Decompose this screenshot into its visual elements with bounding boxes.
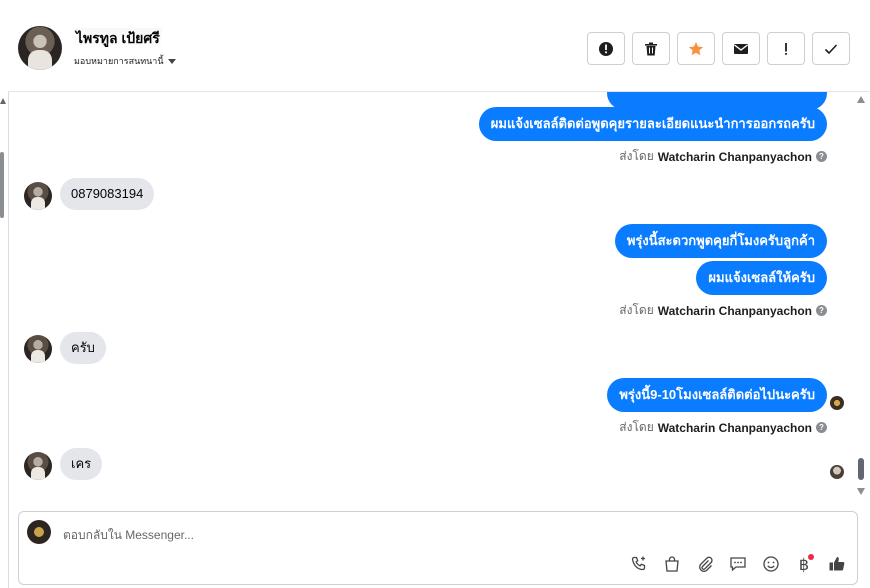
sent-by-prefix: ส่งโดย <box>619 420 654 434</box>
delete-button[interactable] <box>632 32 670 65</box>
question-circle-icon[interactable]: ? <box>816 422 827 433</box>
reply-input[interactable]: ตอบกลับใน Messenger... <box>63 526 194 545</box>
assign-label: มอบหมายการสนทนานี้ <box>74 56 164 66</box>
saved-replies-button[interactable] <box>728 554 748 574</box>
scroll-thumb[interactable] <box>0 152 4 218</box>
header-actions <box>587 32 850 65</box>
spam-button[interactable] <box>587 32 625 65</box>
incoming-message[interactable]: ครับ <box>60 332 106 364</box>
sender-name: Watcharin Chanpanyachon <box>657 420 812 435</box>
contact-avatar[interactable] <box>18 26 62 70</box>
notification-dot <box>808 554 814 560</box>
payment-button[interactable]: ฿ <box>794 554 814 574</box>
scroll-down-arrow-icon[interactable] <box>857 488 865 495</box>
chat-bubble-icon <box>730 557 746 572</box>
alert-circle-icon <box>599 41 613 56</box>
follow-up-button[interactable] <box>767 32 805 65</box>
attach-button[interactable] <box>695 554 715 574</box>
done-button[interactable] <box>812 32 850 65</box>
shop-button[interactable] <box>662 554 682 574</box>
star-icon <box>688 41 704 55</box>
paperclip-icon <box>699 556 713 572</box>
assign-conversation-dropdown[interactable]: มอบหมายการสนทนานี้ <box>74 54 176 68</box>
message-thread[interactable]: ผมแจ้งเซลล์ติดต่อพูดคุยรายละเอียดแนะนำกา… <box>8 92 850 504</box>
phone-add-icon <box>631 556 646 571</box>
scroll-up-arrow-icon[interactable] <box>857 96 865 103</box>
contact-avatar-small[interactable] <box>24 182 52 210</box>
question-circle-icon[interactable]: ? <box>816 305 827 316</box>
thread-scrollbar[interactable] <box>855 92 867 504</box>
contact-seen-avatar <box>830 465 844 479</box>
trash-icon <box>645 42 657 55</box>
check-icon <box>824 43 838 54</box>
outgoing-message[interactable]: พรุ่งนี้9-10โมงเซลล์ติดต่อไปนะครับ <box>607 378 827 412</box>
page-seen-avatar <box>830 396 844 410</box>
outgoing-message[interactable]: ผมแจ้งเซลล์ให้ครับ <box>696 261 827 295</box>
scroll-up-arrow-icon[interactable] <box>0 98 6 104</box>
page-avatar <box>27 520 51 544</box>
shopping-bag-icon <box>665 556 679 572</box>
sent-by-label: ส่งโดย Watcharin Chanpanyachon ? <box>619 418 827 437</box>
thumbs-up-icon <box>829 557 845 571</box>
incoming-message[interactable]: 0879083194 <box>60 178 155 210</box>
like-button[interactable] <box>827 554 847 574</box>
exclamation-icon <box>785 42 787 55</box>
sender-name: Watcharin Chanpanyachon <box>657 149 812 164</box>
outgoing-message[interactable]: ผมแจ้งเซลล์ติดต่อพูดคุยรายละเอียดแนะนำกา… <box>478 107 827 141</box>
sent-by-prefix: ส่งโดย <box>619 149 654 163</box>
mark-unread-button[interactable] <box>722 32 760 65</box>
call-button[interactable] <box>629 554 649 574</box>
caret-down-icon <box>167 58 176 64</box>
sent-by-label: ส่งโดย Watcharin Chanpanyachon ? <box>619 301 827 320</box>
outgoing-message[interactable]: พรุ่งนี้สะดวกพูดคุยกี่โมงครับลูกค้า <box>614 224 827 258</box>
contact-avatar-small[interactable] <box>24 452 52 480</box>
smiley-icon <box>763 556 779 572</box>
sent-by-prefix: ส่งโดย <box>619 303 654 317</box>
conversation-header: ไพรทูล เป้ยศรี มอบหมายการสนทนานี้ <box>8 6 870 92</box>
question-circle-icon[interactable]: ? <box>816 151 827 162</box>
emoji-button[interactable] <box>761 554 781 574</box>
reply-composer[interactable]: ตอบกลับใน Messenger... ฿ <box>18 511 858 585</box>
contact-avatar-small[interactable] <box>24 335 52 363</box>
left-scrollbar[interactable] <box>0 0 8 588</box>
star-button[interactable] <box>677 32 715 65</box>
sent-by-label: ส่งโดย Watcharin Chanpanyachon ? <box>619 147 827 166</box>
contact-name[interactable]: ไพรทูล เป้ยศรี <box>74 28 162 50</box>
envelope-icon <box>734 43 748 54</box>
composer-toolbar: ฿ <box>629 554 847 574</box>
scroll-thumb[interactable] <box>858 458 864 480</box>
sender-name: Watcharin Chanpanyachon <box>657 303 812 318</box>
incoming-message[interactable]: เคร <box>60 448 103 480</box>
